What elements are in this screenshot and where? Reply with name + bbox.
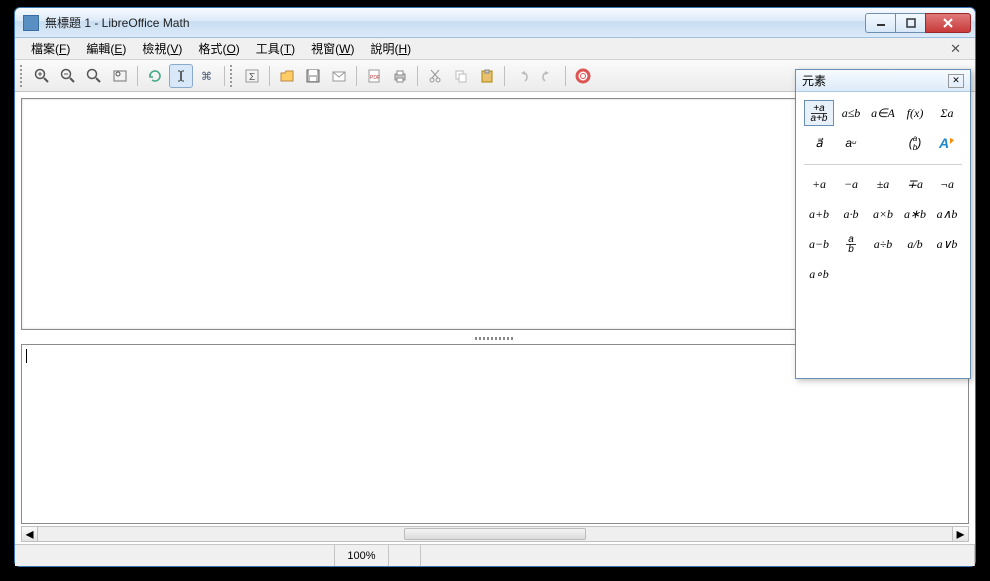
refresh-icon[interactable] xyxy=(143,64,167,88)
undo-icon[interactable] xyxy=(510,64,534,88)
op-a-slash-b[interactable]: a/b xyxy=(900,231,930,257)
attributes-icon[interactable]: a⃗ xyxy=(804,130,834,156)
op-plus-a[interactable]: +a xyxy=(804,171,834,197)
paste-icon[interactable] xyxy=(475,64,499,88)
zoom-out-icon[interactable] xyxy=(56,64,80,88)
toolbar-grip-2[interactable] xyxy=(230,65,236,87)
statusbar: 100% xyxy=(15,544,975,566)
elements-category-grid: +aa+b a≤b a∈A f(x) Σa a⃗ a␣ (ab) A xyxy=(800,98,966,158)
op-minus-a[interactable]: −a xyxy=(836,171,866,197)
formats-icon[interactable]: A xyxy=(932,130,962,156)
menu-tools[interactable]: 工具(T) xyxy=(248,38,303,59)
zoom-in-icon[interactable] xyxy=(30,64,54,88)
svg-text:PDF: PDF xyxy=(370,75,380,81)
elements-panel[interactable]: 元素 ✕ +aa+b a≤b a∈A f(x) Σa a⃗ a␣ (ab) A … xyxy=(795,69,971,379)
scroll-track[interactable] xyxy=(38,527,952,541)
others-icon[interactable]: a␣ xyxy=(836,130,866,156)
menu-file[interactable]: 檔案(F) xyxy=(23,38,78,59)
empty-cell xyxy=(868,130,898,156)
functions-icon[interactable]: f(x) xyxy=(900,100,930,126)
svg-text:Σ: Σ xyxy=(249,72,255,83)
op-a-ast-b[interactable]: a∗b xyxy=(900,201,930,227)
op-minusplus-a[interactable]: ∓a xyxy=(900,171,930,197)
maximize-button[interactable] xyxy=(895,13,925,33)
op-a-over-b[interactable]: ab xyxy=(836,231,866,257)
status-cell-3 xyxy=(389,545,421,566)
op-a-and-b[interactable]: a∧b xyxy=(932,201,962,227)
unary-binary-icon[interactable]: +aa+b xyxy=(804,100,834,126)
scroll-right-icon[interactable]: ▸ xyxy=(952,527,968,541)
menu-format[interactable]: 格式(O) xyxy=(190,38,247,59)
op-a-minus-b[interactable]: a−b xyxy=(804,231,834,257)
minimize-button[interactable] xyxy=(865,13,895,33)
svg-text:⌘: ⌘ xyxy=(201,71,212,83)
menu-help[interactable]: 說明(H) xyxy=(362,38,419,59)
function-icon[interactable]: Σ xyxy=(240,64,264,88)
elements-panel-close-icon[interactable]: ✕ xyxy=(948,74,964,88)
operators-icon[interactable]: Σa xyxy=(932,100,962,126)
close-button[interactable] xyxy=(925,13,971,33)
menubar: 檔案(F) 編輯(E) 檢視(V) 格式(O) 工具(T) 視窗(W) 說明(H… xyxy=(15,38,975,60)
menu-edit[interactable]: 編輯(E) xyxy=(78,38,134,59)
scroll-thumb[interactable] xyxy=(404,528,587,540)
menu-view[interactable]: 檢視(V) xyxy=(134,38,190,59)
open-icon[interactable] xyxy=(275,64,299,88)
app-icon xyxy=(23,15,39,31)
toolbar-grip[interactable] xyxy=(20,65,26,87)
set-ops-icon[interactable]: a∈A xyxy=(868,100,898,126)
svg-text:A: A xyxy=(938,135,949,151)
main-window: 無標題 1 - LibreOffice Math 檔案(F) 編輯(E) 檢視(… xyxy=(14,7,976,567)
horizontal-scrollbar[interactable]: ◂ ▸ xyxy=(21,526,969,542)
redo-icon[interactable] xyxy=(536,64,560,88)
text-cursor xyxy=(26,349,27,363)
op-a-div-b[interactable]: a÷b xyxy=(868,231,898,257)
help-icon[interactable] xyxy=(571,64,595,88)
op-plusminus-a[interactable]: ±a xyxy=(868,171,898,197)
op-a-times-b[interactable]: a×b xyxy=(868,201,898,227)
status-cell-4 xyxy=(421,545,975,566)
window-title: 無標題 1 - LibreOffice Math xyxy=(45,14,865,31)
pdf-icon[interactable]: PDF xyxy=(362,64,386,88)
op-a-circ-b[interactable]: a∘b xyxy=(804,261,834,287)
close-document-button[interactable]: ✕ xyxy=(944,39,967,59)
op-a-plus-b[interactable]: a+b xyxy=(804,201,834,227)
save-icon[interactable] xyxy=(301,64,325,88)
titlebar[interactable]: 無標題 1 - LibreOffice Math xyxy=(15,8,975,38)
elements-panel-title: 元素 xyxy=(802,72,826,89)
op-a-or-b[interactable]: a∨b xyxy=(932,231,962,257)
print-icon[interactable] xyxy=(388,64,412,88)
cursor-icon[interactable] xyxy=(169,64,193,88)
status-cell-1 xyxy=(15,545,335,566)
scroll-left-icon[interactable]: ◂ xyxy=(22,527,38,541)
op-neg-a[interactable]: ¬a xyxy=(932,171,962,197)
menu-window[interactable]: 視窗(W) xyxy=(303,38,362,59)
mail-icon[interactable] xyxy=(327,64,351,88)
relations-icon[interactable]: a≤b xyxy=(836,100,866,126)
elements-item-grid: +a −a ±a ∓a ¬a a+b a·b a×b a∗b a∧b a−b a… xyxy=(800,169,966,289)
copy-icon[interactable] xyxy=(449,64,473,88)
formula-cursor-icon[interactable]: ⌘ xyxy=(195,64,219,88)
zoom-100-icon[interactable] xyxy=(82,64,106,88)
zoom-fit-icon[interactable] xyxy=(108,64,132,88)
cut-icon[interactable] xyxy=(423,64,447,88)
elements-panel-titlebar[interactable]: 元素 ✕ xyxy=(796,70,970,92)
op-a-cdot-b[interactable]: a·b xyxy=(836,201,866,227)
zoom-level[interactable]: 100% xyxy=(335,545,389,566)
brackets-icon[interactable]: (ab) xyxy=(900,130,930,156)
